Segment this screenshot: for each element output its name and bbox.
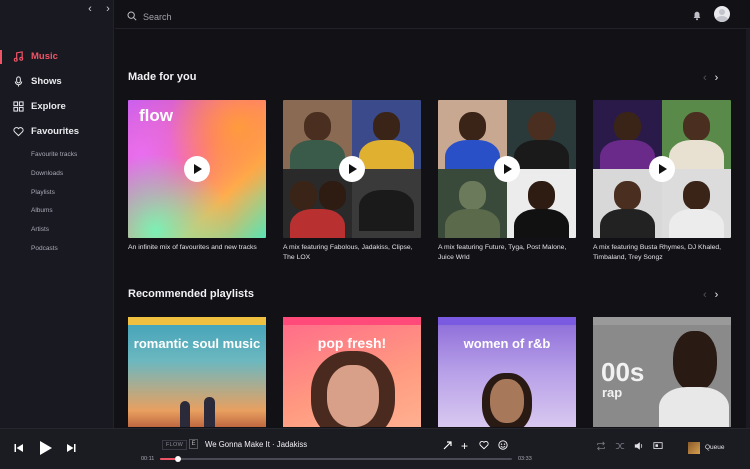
playlist-title-small: rap <box>602 385 623 400</box>
elapsed-time: 00:11 <box>141 456 155 462</box>
smiley-icon[interactable] <box>498 440 508 450</box>
grid-icon <box>12 100 25 113</box>
subnav-artists[interactable]: Artists <box>31 221 77 240</box>
search-bar <box>127 8 343 26</box>
play-icon[interactable] <box>339 156 365 182</box>
progress-slider[interactable] <box>160 456 512 462</box>
playlist-card-romantic-soul[interactable]: romantic soul music <box>128 317 266 427</box>
card-caption: An infinite mix of favourites and new tr… <box>128 244 257 251</box>
mix-artwork <box>593 100 731 238</box>
playlist-artwork: 00s rap <box>593 317 731 427</box>
explicit-badge: E <box>189 439 198 449</box>
mix-card-2[interactable]: A mix featuring Future, Tyga, Post Malon… <box>438 100 576 262</box>
playlist-artwork: pop fresh! <box>283 317 421 427</box>
playlist-card-00s-rap[interactable]: 00s rap <box>593 317 731 427</box>
recommended-arrows: ‹ › <box>703 290 718 301</box>
mix-artwork <box>438 100 576 238</box>
previous-track-icon[interactable] <box>14 443 24 453</box>
add-icon[interactable]: + <box>461 439 468 453</box>
made-for-you-arrows: ‹ › <box>703 73 718 84</box>
playlist-card-women-of-rnb[interactable]: women of r&b <box>438 317 576 427</box>
playlist-title-big: 00s <box>601 357 645 387</box>
top-bar <box>115 0 750 29</box>
playlist-artwork: romantic soul music <box>128 317 266 427</box>
play-pause-icon[interactable] <box>39 440 53 456</box>
card-caption: A mix featuring Fabolous, Jadakiss, Clip… <box>283 244 413 261</box>
cast-icon[interactable] <box>653 441 663 453</box>
now-playing-title[interactable]: We Gonna Make It · Jadakiss <box>205 440 307 449</box>
playlist-accent-bar <box>593 317 731 325</box>
sidebar-item-label: Favourites <box>31 126 80 137</box>
carousel-next-icon[interactable]: › <box>715 290 719 301</box>
source-badge: FLOW <box>162 440 188 450</box>
next-track-icon[interactable] <box>66 443 76 453</box>
mix-card-3[interactable]: A mix featuring Busta Rhymes, DJ Khaled,… <box>593 100 731 262</box>
play-icon[interactable] <box>494 156 520 182</box>
sidebar-item-shows[interactable]: Shows <box>0 69 114 94</box>
favourite-heart-icon[interactable] <box>479 440 489 450</box>
sidebar-item-explore[interactable]: Explore <box>0 94 114 119</box>
sidebar: ‹ › Music Shows Explore Favourites Favou… <box>0 0 114 428</box>
subnav-podcasts[interactable]: Podcasts <box>31 240 77 259</box>
playlist-title: pop fresh! <box>317 335 387 351</box>
carousel-next-icon[interactable]: › <box>715 73 719 84</box>
card-caption: A mix featuring Busta Rhymes, DJ Khaled,… <box>593 244 722 261</box>
flow-artwork: flow <box>128 100 266 238</box>
sidebar-item-label: Music <box>31 51 58 62</box>
queue-button[interactable]: Queue <box>705 444 725 451</box>
search-icon <box>127 8 137 26</box>
carousel-prev-icon[interactable]: ‹ <box>703 290 707 301</box>
shuffle-icon[interactable] <box>615 441 625 453</box>
section-title-recommended: Recommended playlists <box>128 288 254 300</box>
playlist-title: romantic soul music <box>133 336 261 351</box>
sidebar-item-favourites[interactable]: Favourites <box>0 119 114 144</box>
microphone-icon <box>12 75 25 88</box>
total-duration: 03:33 <box>518 456 532 462</box>
play-icon[interactable] <box>184 156 210 182</box>
progress-thumb[interactable] <box>175 456 182 462</box>
favourites-subnav: Favourite tracks Downloads Playlists Alb… <box>31 146 77 259</box>
mix-card-flow[interactable]: flow An infinite mix of favourites and n… <box>128 100 266 253</box>
notification-bell-icon[interactable] <box>692 8 702 26</box>
forward-arrow-icon[interactable]: › <box>102 3 114 15</box>
card-caption: A mix featuring Future, Tyga, Post Malon… <box>438 244 567 261</box>
volume-icon[interactable] <box>634 441 644 453</box>
playlist-title: women of r&b <box>463 336 551 351</box>
subnav-downloads[interactable]: Downloads <box>31 165 77 184</box>
playlist-accent-bar <box>283 317 421 325</box>
playlist-accent-bar <box>438 317 576 325</box>
subnav-albums[interactable]: Albums <box>31 202 77 221</box>
playlist-artwork: women of r&b <box>438 317 576 427</box>
section-title-made-for-you: Made for you <box>128 71 197 83</box>
sidebar-item-label: Shows <box>31 76 62 87</box>
playlist-card-pop-fresh[interactable]: pop fresh! <box>283 317 421 427</box>
repeat-icon[interactable] <box>596 441 606 453</box>
subnav-playlists[interactable]: Playlists <box>31 184 77 203</box>
avatar[interactable] <box>714 6 730 22</box>
carousel-prev-icon[interactable]: ‹ <box>703 73 707 84</box>
main-nav: Music Shows Explore Favourites <box>0 44 114 144</box>
queue-album-thumbnail[interactable] <box>688 442 700 454</box>
play-icon[interactable] <box>649 156 675 182</box>
sidebar-item-music[interactable]: Music <box>0 44 114 69</box>
subnav-favourite-tracks[interactable]: Favourite tracks <box>31 146 77 165</box>
back-arrow-icon[interactable]: ‹ <box>84 3 96 15</box>
music-note-icon <box>12 50 25 63</box>
playlist-accent-bar <box>128 317 266 325</box>
player-bar: FLOW E We Gonna Make It · Jadakiss + 00:… <box>0 428 750 469</box>
mix-card-1[interactable]: A mix featuring Fabolous, Jadakiss, Clip… <box>283 100 421 262</box>
sidebar-item-label: Explore <box>31 101 66 112</box>
mix-artwork <box>283 100 421 238</box>
flow-logo: flow <box>139 106 173 125</box>
history-nav: ‹ › <box>84 3 114 15</box>
search-input[interactable] <box>143 12 343 22</box>
heart-icon <box>12 125 25 138</box>
share-icon[interactable] <box>443 440 453 450</box>
scrollbar[interactable] <box>746 29 750 428</box>
